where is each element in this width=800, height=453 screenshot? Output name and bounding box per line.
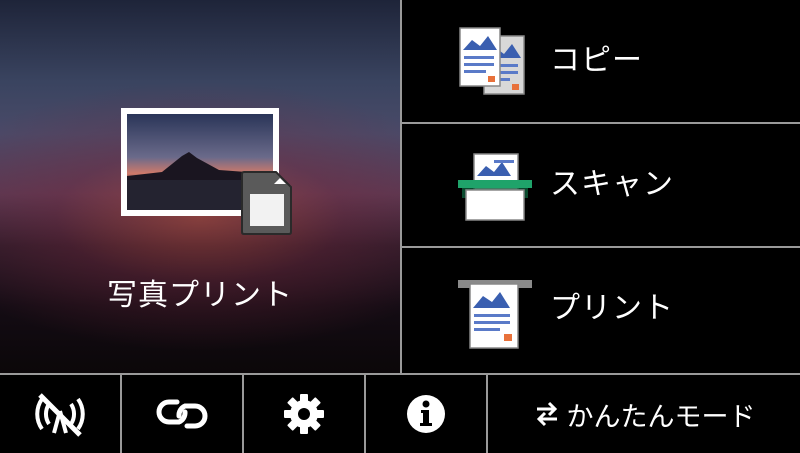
photo-print-tile[interactable]: 写真プリント xyxy=(0,0,400,373)
gear-icon xyxy=(284,394,324,434)
menu-item-print-label: プリント xyxy=(550,291,674,326)
easy-mode-label: かんたんモード xyxy=(566,401,756,433)
connection-button[interactable] xyxy=(122,375,242,453)
menu-item-scan[interactable]: スキャン xyxy=(402,124,800,246)
sd-card-icon xyxy=(241,171,292,235)
wifi-off-icon xyxy=(35,393,85,437)
settings-button[interactable] xyxy=(244,375,364,453)
photo-print-label: 写真プリント xyxy=(107,278,293,313)
menu-item-copy-label: コピー xyxy=(550,43,643,78)
info-button[interactable] xyxy=(366,375,486,453)
easy-mode-button[interactable]: かんたんモード xyxy=(488,375,800,453)
swap-arrows-icon xyxy=(536,401,557,427)
print-icon xyxy=(458,280,532,349)
wifi-button[interactable] xyxy=(0,375,120,453)
link-icon xyxy=(156,399,208,429)
scan-icon xyxy=(458,153,532,221)
menu-item-copy[interactable]: コピー xyxy=(402,0,800,122)
info-icon xyxy=(407,395,445,433)
bottom-bar: かんたんモード xyxy=(0,373,800,453)
menu-item-scan-label: スキャン xyxy=(550,167,674,202)
menu-item-print[interactable]: プリント xyxy=(402,248,800,370)
copy-icon xyxy=(459,27,525,95)
